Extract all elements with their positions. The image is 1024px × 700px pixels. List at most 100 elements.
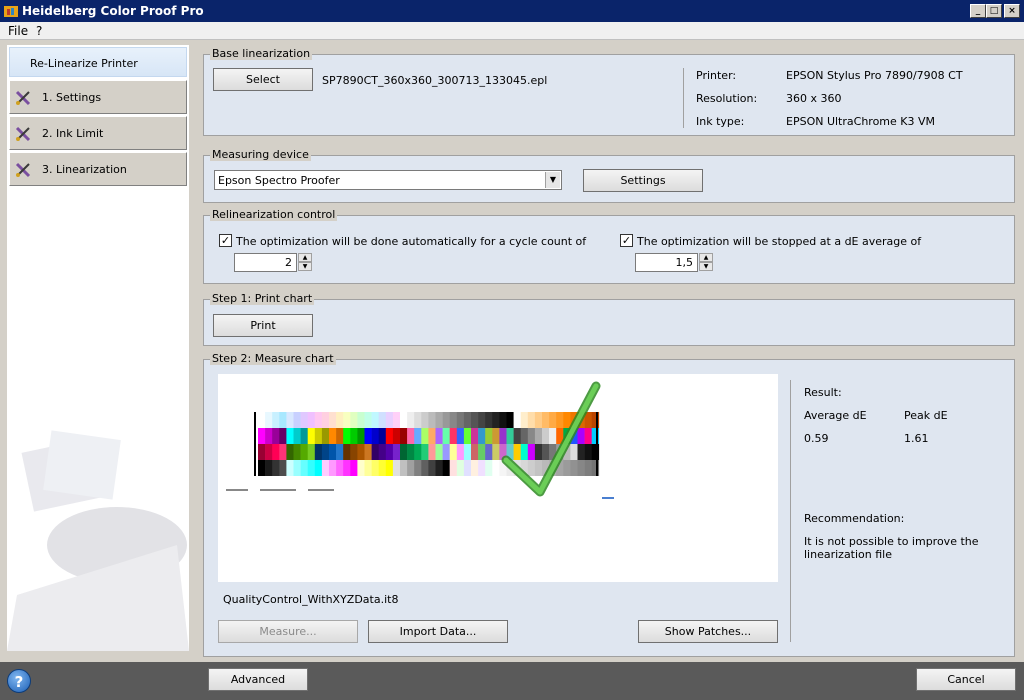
color-patch — [343, 444, 351, 460]
bottom-bar — [0, 662, 1024, 700]
color-patch — [392, 412, 401, 428]
color-patch — [577, 444, 585, 460]
stepper-down-icon[interactable]: ▼ — [699, 262, 713, 271]
wrench-pen-icon — [15, 126, 31, 142]
color-patch — [449, 444, 458, 460]
color-patch — [286, 444, 294, 460]
color-patch — [442, 428, 450, 444]
color-patch — [378, 444, 387, 460]
resolution-label: Resolution: — [696, 92, 758, 105]
sidebar-item-linearization[interactable]: 3. Linearization — [9, 152, 187, 186]
color-patch — [300, 444, 308, 460]
color-patch — [272, 444, 280, 460]
stepper-up-icon[interactable]: ▲ — [298, 253, 312, 262]
import-data-button[interactable]: Import Data... — [368, 620, 508, 643]
color-patch — [321, 460, 330, 476]
color-patch — [534, 444, 543, 460]
maximize-button[interactable]: □ — [986, 4, 1002, 18]
advanced-button[interactable]: Advanced — [208, 668, 308, 691]
color-patch — [314, 460, 323, 476]
color-patch — [527, 428, 536, 444]
menu-help[interactable]: ? — [36, 24, 42, 38]
de-average-stepper[interactable]: ▲ ▼ — [699, 253, 713, 272]
color-patch — [577, 460, 585, 476]
color-patch — [272, 428, 280, 444]
color-patch — [272, 460, 280, 476]
print-button[interactable]: Print — [213, 314, 313, 337]
show-patches-button[interactable]: Show Patches... — [638, 620, 778, 643]
sidebar-item-ink-limit[interactable]: 2. Ink Limit — [9, 116, 187, 150]
color-patch — [265, 412, 273, 428]
color-patch — [421, 428, 429, 444]
auto-cycle-checkbox[interactable]: ✓ — [219, 234, 232, 247]
color-patch — [407, 428, 415, 444]
color-patch — [385, 460, 394, 476]
color-patch — [471, 412, 479, 428]
measuring-device-select[interactable]: Epson Spectro Proofer ▼ — [214, 170, 562, 190]
color-patch — [520, 444, 529, 460]
help-icon[interactable]: ? — [7, 669, 31, 693]
color-patch — [293, 444, 301, 460]
color-patch — [463, 428, 472, 444]
color-patch — [336, 460, 344, 476]
color-patch — [293, 460, 301, 476]
color-patch — [371, 444, 379, 460]
sidebar-item-label: 2. Ink Limit — [42, 127, 104, 140]
color-patch — [499, 428, 507, 444]
menu-file[interactable]: File — [8, 24, 28, 38]
sidebar: Re-Linearize Printer 1. Settings 2. Ink … — [7, 45, 189, 651]
cycle-count-input[interactable]: 2 — [234, 253, 297, 272]
color-patch — [307, 444, 316, 460]
color-patch — [549, 412, 557, 428]
color-patch — [392, 428, 401, 444]
sidebar-header-relinearize[interactable]: Re-Linearize Printer — [9, 47, 187, 77]
chevron-down-icon[interactable]: ▼ — [545, 172, 560, 188]
minimize-button[interactable]: _ — [970, 4, 986, 18]
color-patch — [421, 412, 429, 428]
color-patch — [421, 444, 429, 460]
color-patch — [392, 460, 401, 476]
color-patch — [542, 428, 550, 444]
color-patch — [520, 412, 529, 428]
color-patch — [506, 428, 514, 444]
color-patch — [485, 460, 493, 476]
color-patch — [471, 428, 479, 444]
relinearization-control-group: Relinearization control ✓ The optimizati… — [203, 208, 1015, 284]
cycle-count-stepper[interactable]: ▲ ▼ — [298, 253, 312, 272]
group-legend: Relinearization control — [210, 208, 338, 221]
stepper-down-icon[interactable]: ▼ — [298, 262, 312, 271]
color-patch — [542, 444, 550, 460]
color-patch — [258, 428, 266, 444]
color-patch — [293, 412, 301, 428]
color-patch — [463, 412, 472, 428]
color-patch — [478, 428, 486, 444]
menu-bar: File ? — [0, 22, 1024, 40]
device-settings-button[interactable]: Settings — [583, 169, 703, 192]
stop-de-checkbox[interactable]: ✓ — [620, 234, 633, 247]
color-patch — [329, 460, 337, 476]
divider — [683, 68, 684, 128]
close-button[interactable]: × — [1004, 4, 1020, 18]
color-patch — [371, 460, 379, 476]
ink-type-label: Ink type: — [696, 115, 745, 128]
select-button[interactable]: Select — [213, 68, 313, 91]
color-patch — [321, 428, 330, 444]
stepper-up-icon[interactable]: ▲ — [699, 253, 713, 262]
measure-button[interactable]: Measure... — [218, 620, 358, 643]
color-patch — [279, 444, 287, 460]
sidebar-item-label: 1. Settings — [42, 91, 102, 104]
color-patch — [456, 444, 465, 460]
color-patch — [414, 412, 422, 428]
sidebar-item-settings[interactable]: 1. Settings — [9, 80, 187, 114]
cancel-button[interactable]: Cancel — [916, 668, 1016, 691]
de-average-value: 1,5 — [675, 256, 694, 269]
color-patch — [407, 460, 415, 476]
color-patch — [449, 412, 458, 428]
color-patch — [471, 444, 479, 460]
color-patch — [485, 412, 493, 428]
color-patch — [265, 428, 273, 444]
color-patch — [414, 428, 422, 444]
color-patch — [499, 412, 507, 428]
color-patch — [570, 444, 578, 460]
de-average-input[interactable]: 1,5 — [635, 253, 698, 272]
